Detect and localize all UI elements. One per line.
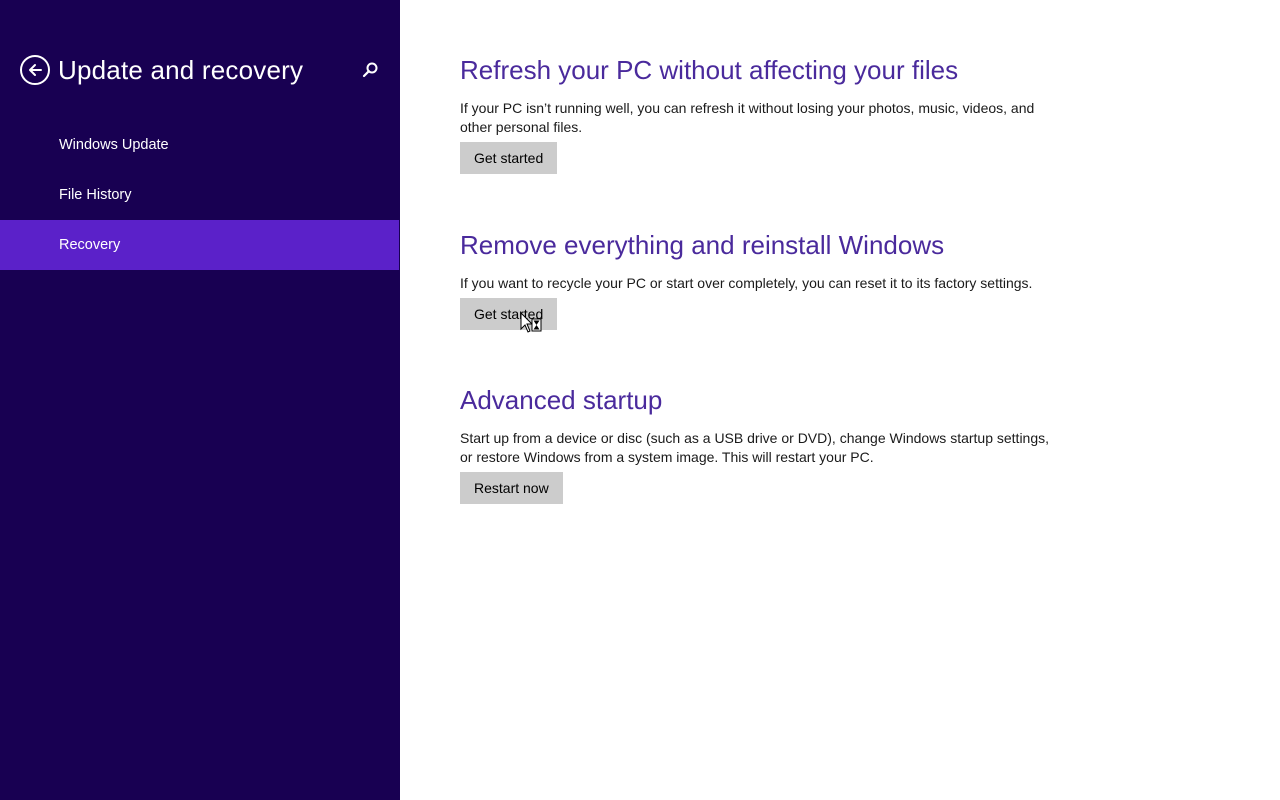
sidebar-nav: Windows Update File History Recovery xyxy=(0,120,400,270)
section-title: Advanced startup xyxy=(460,385,663,415)
section-description: Start up from a device or disc (such as … xyxy=(460,430,1050,465)
sidebar-item-label: Recovery xyxy=(59,237,121,253)
section-description: If you want to recycle your PC or start … xyxy=(460,275,1033,291)
refresh-get-started-button[interactable]: Get started xyxy=(460,142,558,174)
sidebar-header: Update and recovery xyxy=(20,54,380,86)
search-icon xyxy=(362,62,378,78)
advanced-startup-section: Advanced startup Start up from a device … xyxy=(460,384,1080,504)
restart-now-button[interactable]: Restart now xyxy=(460,472,563,504)
sidebar-item-label: Windows Update xyxy=(59,137,169,153)
main-content: Refresh your PC without affecting your f… xyxy=(400,0,1280,800)
section-description: If your PC isn’t running well, you can r… xyxy=(460,100,1035,135)
reset-section: Remove everything and reinstall Windows … xyxy=(460,229,1080,330)
search-button[interactable] xyxy=(360,60,380,80)
sidebar-item-windows-update[interactable]: Windows Update xyxy=(0,120,400,170)
section-title: Remove everything and reinstall Windows xyxy=(460,230,945,260)
back-button[interactable] xyxy=(20,55,50,85)
section-title: Refresh your PC without affecting your f… xyxy=(460,55,959,85)
back-arrow-icon xyxy=(29,64,42,76)
sidebar-item-file-history[interactable]: File History xyxy=(0,170,400,220)
reset-get-started-button[interactable]: Get started xyxy=(460,298,558,330)
sidebar-item-label: File History xyxy=(59,187,132,203)
sidebar-item-recovery[interactable]: Recovery xyxy=(0,220,399,270)
refresh-section: Refresh your PC without affecting your f… xyxy=(460,54,1080,174)
sidebar: Update and recovery Windows Update File … xyxy=(0,0,400,800)
page-title: Update and recovery xyxy=(58,54,304,85)
settings-window: Update and recovery Windows Update File … xyxy=(0,0,1280,800)
